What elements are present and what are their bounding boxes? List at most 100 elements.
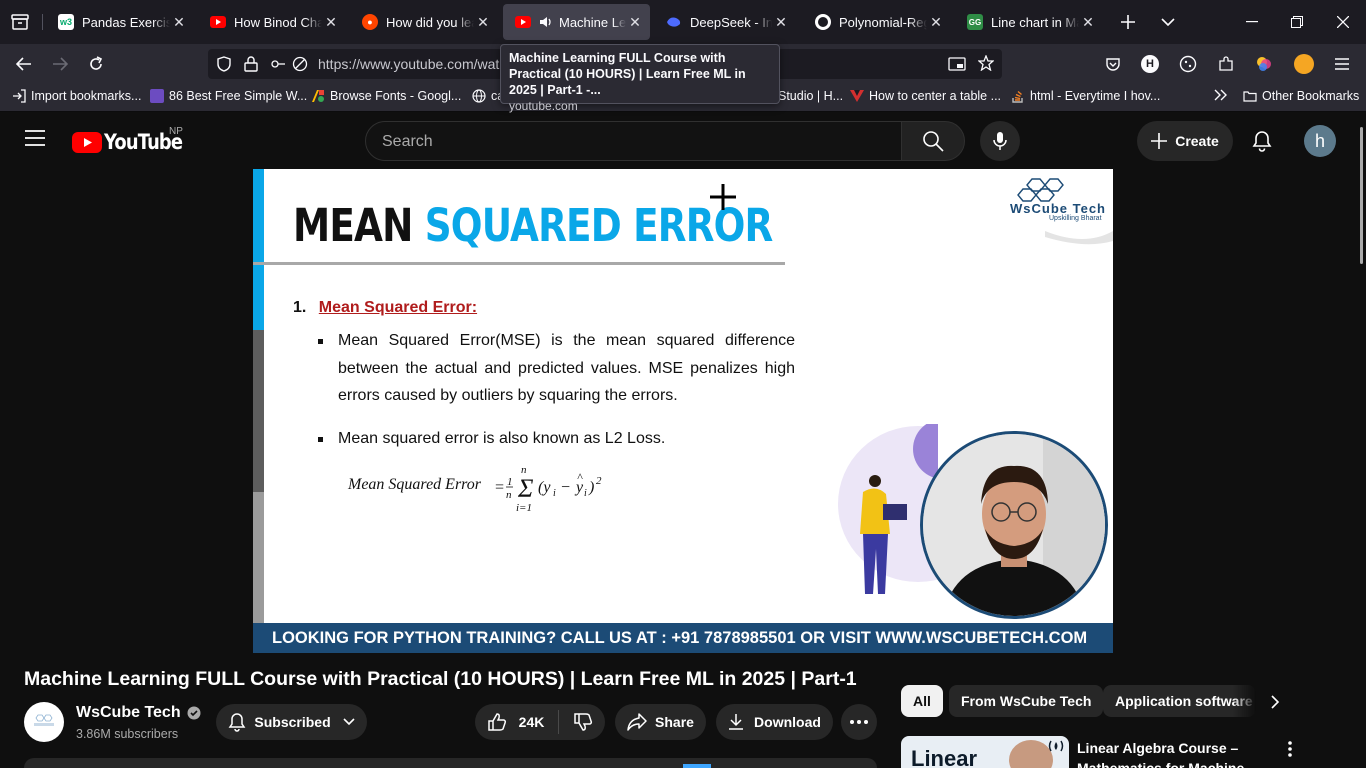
search-icon: [922, 130, 944, 152]
slide-title: MEAN SQUARED ERROR: [293, 199, 773, 252]
guide-menu-icon[interactable]: [24, 129, 46, 147]
chip-from-wscube[interactable]: From WsCube Tech: [949, 685, 1104, 717]
chevron-right-icon[interactable]: [1270, 694, 1280, 710]
title-divider: [253, 262, 785, 265]
slide-accent-bar: [253, 492, 264, 623]
subscribed-label: Subscribed: [254, 714, 331, 730]
close-tab-icon[interactable]: ✕: [772, 13, 790, 31]
chip-all[interactable]: All: [901, 685, 943, 717]
browser-tab-strip: w3 Pandas Exercises, Pr ✕ How Binod Chau…: [0, 0, 1366, 44]
svg-text:): ): [588, 479, 594, 496]
chip-application-software[interactable]: Application software: [1103, 685, 1256, 717]
next-video-title[interactable]: Linear Algebra Course – Mathematics for …: [1077, 738, 1272, 768]
description-box[interactable]: [24, 758, 877, 768]
bookmark-center-table[interactable]: How to center a table ...: [850, 89, 1001, 103]
bookmark-import[interactable]: Import bookmarks...: [12, 89, 141, 103]
picture-in-picture-icon[interactable]: [948, 56, 966, 72]
tab-title: How Binod Chaudha: [234, 14, 322, 30]
heading-number: 1.: [293, 299, 307, 316]
bookmark-studio[interactable]: Studio | H...: [778, 89, 843, 103]
account-avatar-icon[interactable]: [1292, 52, 1316, 76]
back-icon[interactable]: [12, 52, 36, 76]
close-tab-icon[interactable]: ✕: [927, 13, 945, 31]
extension-cookie-icon[interactable]: [1176, 52, 1200, 76]
video-title: Machine Learning FULL Course with Practi…: [24, 668, 857, 690]
channel-name-text[interactable]: WsCube Tech: [76, 704, 181, 722]
like-count: 24K: [518, 714, 545, 730]
tab-reddit[interactable]: ● How did you learn ✕: [350, 4, 498, 40]
voice-search-button[interactable]: [980, 121, 1020, 161]
speaker-icon[interactable]: [539, 16, 553, 28]
page-scrollbar[interactable]: [1360, 127, 1363, 264]
close-tab-icon[interactable]: ✕: [322, 13, 340, 31]
close-tab-icon[interactable]: ✕: [1079, 13, 1097, 31]
reload-icon[interactable]: [84, 52, 108, 76]
close-tab-icon[interactable]: ✕: [626, 13, 644, 31]
tab-deepseek[interactable]: DeepSeek - Into the ✕: [654, 4, 796, 40]
extension-h-icon[interactable]: H: [1138, 52, 1162, 76]
video-player[interactable]: MEAN SQUARED ERROR WsCube Tech Upskillin…: [253, 169, 1113, 653]
like-dislike-group: 24K: [475, 704, 605, 740]
extensions-puzzle-icon[interactable]: [1214, 52, 1238, 76]
restore-icon[interactable]: [1285, 10, 1309, 34]
svg-text:(y: (y: [538, 479, 551, 496]
permissions-icon[interactable]: [270, 56, 286, 72]
more-bookmarks-icon[interactable]: [1214, 89, 1228, 101]
bookmark-google-fonts[interactable]: Browse Fonts - Googl...: [311, 89, 461, 103]
pocket-icon[interactable]: [1101, 52, 1125, 76]
forward-icon: [48, 52, 72, 76]
extension-colorful-icon[interactable]: [1252, 52, 1276, 76]
svg-text:i=1: i=1: [516, 502, 532, 514]
channel-name[interactable]: WsCube Tech: [76, 704, 201, 722]
presenter-webcam: [920, 431, 1108, 619]
download-label: Download: [754, 714, 821, 730]
notifications-bell-icon[interactable]: [1252, 130, 1272, 152]
autoplay-blocked-icon[interactable]: [292, 56, 308, 72]
new-tab-icon[interactable]: [1116, 10, 1140, 34]
bookmark-star-icon[interactable]: [978, 55, 994, 71]
tab-binod[interactable]: How Binod Chaudha ✕: [198, 4, 346, 40]
tab-github[interactable]: Polynomial-Regress ✕: [803, 4, 951, 40]
next-video-thumbnail[interactable]: Linear: [901, 736, 1069, 768]
bullet-text: Mean squared error is also known as L2 L…: [338, 430, 666, 447]
minimize-icon[interactable]: [1240, 10, 1264, 34]
close-tab-icon[interactable]: ✕: [170, 13, 188, 31]
bullet-text: Mean Squared Error(MSE) is the mean squa…: [338, 332, 795, 404]
tab-pandas-exercises[interactable]: w3 Pandas Exercises, Pr ✕: [46, 4, 194, 40]
more-actions-button[interactable]: [841, 704, 877, 740]
search-button[interactable]: [901, 121, 965, 161]
bookmark-label: Other Bookmarks: [1262, 89, 1360, 103]
share-button[interactable]: Share: [615, 704, 706, 740]
create-button[interactable]: Create: [1137, 121, 1233, 161]
hamburger-menu-icon[interactable]: [1330, 52, 1354, 76]
channel-avatar[interactable]: [24, 702, 64, 742]
deepseek-icon: [666, 14, 682, 30]
svg-text:n: n: [506, 489, 512, 501]
like-button[interactable]: 24K: [487, 710, 560, 734]
tooltip-domain: youtube.com: [509, 99, 578, 113]
share-icon: [627, 713, 647, 731]
tracking-protection-icon[interactable]: [216, 56, 232, 72]
tab-machine-learning[interactable]: Machine Learning ✕: [503, 4, 650, 40]
list-tabs-icon[interactable]: [1156, 10, 1180, 34]
lock-icon[interactable]: [244, 56, 258, 72]
bookmark-other[interactable]: Other Bookmarks: [1243, 89, 1359, 103]
url-text[interactable]: https://www.youtube.com/wat: [318, 56, 499, 72]
bookmark-stackoverflow[interactable]: html - Everytime I hov...: [1011, 89, 1160, 103]
download-button[interactable]: Download: [716, 704, 833, 740]
crosshair-cursor-icon: [710, 184, 736, 210]
close-tab-icon[interactable]: ✕: [474, 13, 492, 31]
search-input[interactable]: Search: [365, 121, 902, 161]
avatar[interactable]: h: [1304, 125, 1336, 157]
firefox-view-icon[interactable]: [8, 10, 32, 34]
more-vertical-icon[interactable]: [1288, 741, 1292, 757]
dislike-button[interactable]: [559, 712, 593, 732]
bookmark-free-simple[interactable]: 86 Best Free Simple W...: [150, 89, 307, 103]
tab-geeksforgeeks[interactable]: GG Line chart in Matplo ✕: [955, 4, 1103, 40]
formula-math: = 1 n n Σ i=1 (y i − y ^ i ) 2: [494, 464, 602, 514]
close-window-icon[interactable]: [1331, 10, 1355, 34]
plus-icon: [1151, 133, 1168, 149]
github-icon: [815, 14, 831, 30]
slide-accent-bar: [253, 169, 264, 330]
subscribed-button[interactable]: Subscribed: [216, 704, 367, 740]
